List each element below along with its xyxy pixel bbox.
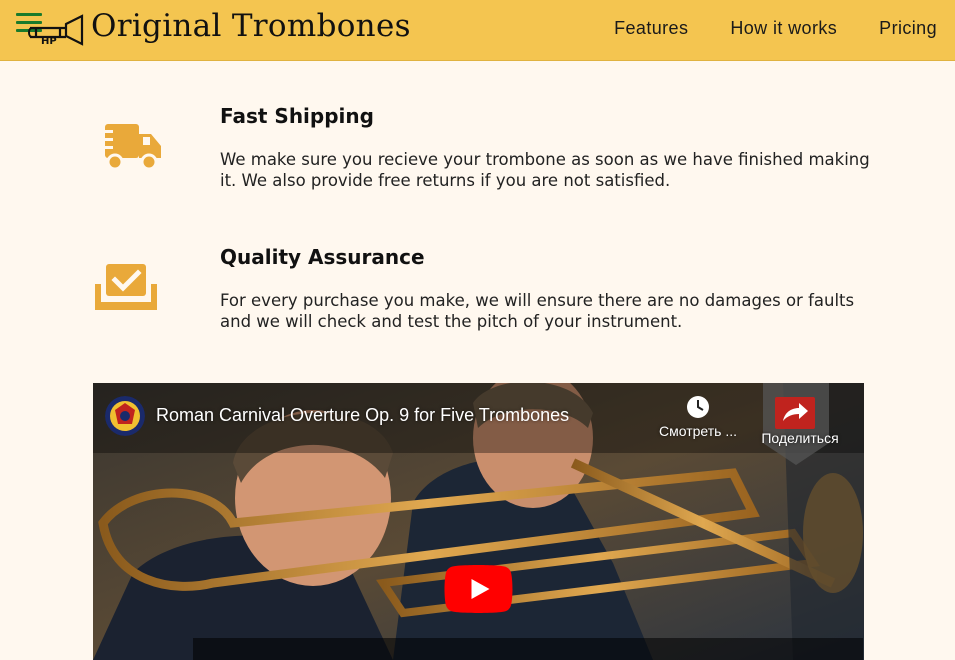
watch-later-label: Смотреть ...: [659, 423, 737, 439]
main-nav: Features How it works Pricing: [572, 18, 937, 39]
nav-link-pricing[interactable]: Pricing: [879, 18, 937, 39]
svg-text:HP: HP: [41, 36, 57, 47]
trombone-logo-icon: HP: [28, 14, 84, 47]
channel-avatar[interactable]: [105, 396, 145, 436]
share-label: Поделиться: [761, 430, 839, 446]
clock-icon: [687, 396, 709, 418]
feature-quality-assurance: Quality Assurance For every purchase you…: [0, 241, 955, 351]
shipping-truck-icon: [95, 124, 161, 171]
video-title[interactable]: Roman Carnival Overture Op. 9 for Five T…: [156, 405, 569, 426]
watch-later-button[interactable]: Смотреть ...: [653, 395, 743, 439]
nav-link-features[interactable]: Features: [614, 18, 688, 39]
quality-check-icon: [95, 264, 157, 310]
play-button-icon[interactable]: [444, 565, 513, 613]
feature-fast-shipping: Fast Shipping We make sure you recieve y…: [0, 100, 955, 210]
share-arrow-icon: [775, 397, 815, 429]
feature-title: Quality Assurance: [220, 245, 425, 269]
youtube-embed[interactable]: Roman Carnival Overture Op. 9 for Five T…: [93, 383, 864, 660]
nav-link-how-it-works[interactable]: How it works: [730, 18, 837, 39]
brand-name[interactable]: Original Trombones: [91, 8, 411, 44]
feature-title: Fast Shipping: [220, 104, 374, 128]
site-header: HP Original Trombones Features How it wo…: [0, 0, 955, 61]
feature-text: We make sure you recieve your trombone a…: [220, 150, 870, 190]
feature-text: For every purchase you make, we will ens…: [220, 291, 855, 331]
